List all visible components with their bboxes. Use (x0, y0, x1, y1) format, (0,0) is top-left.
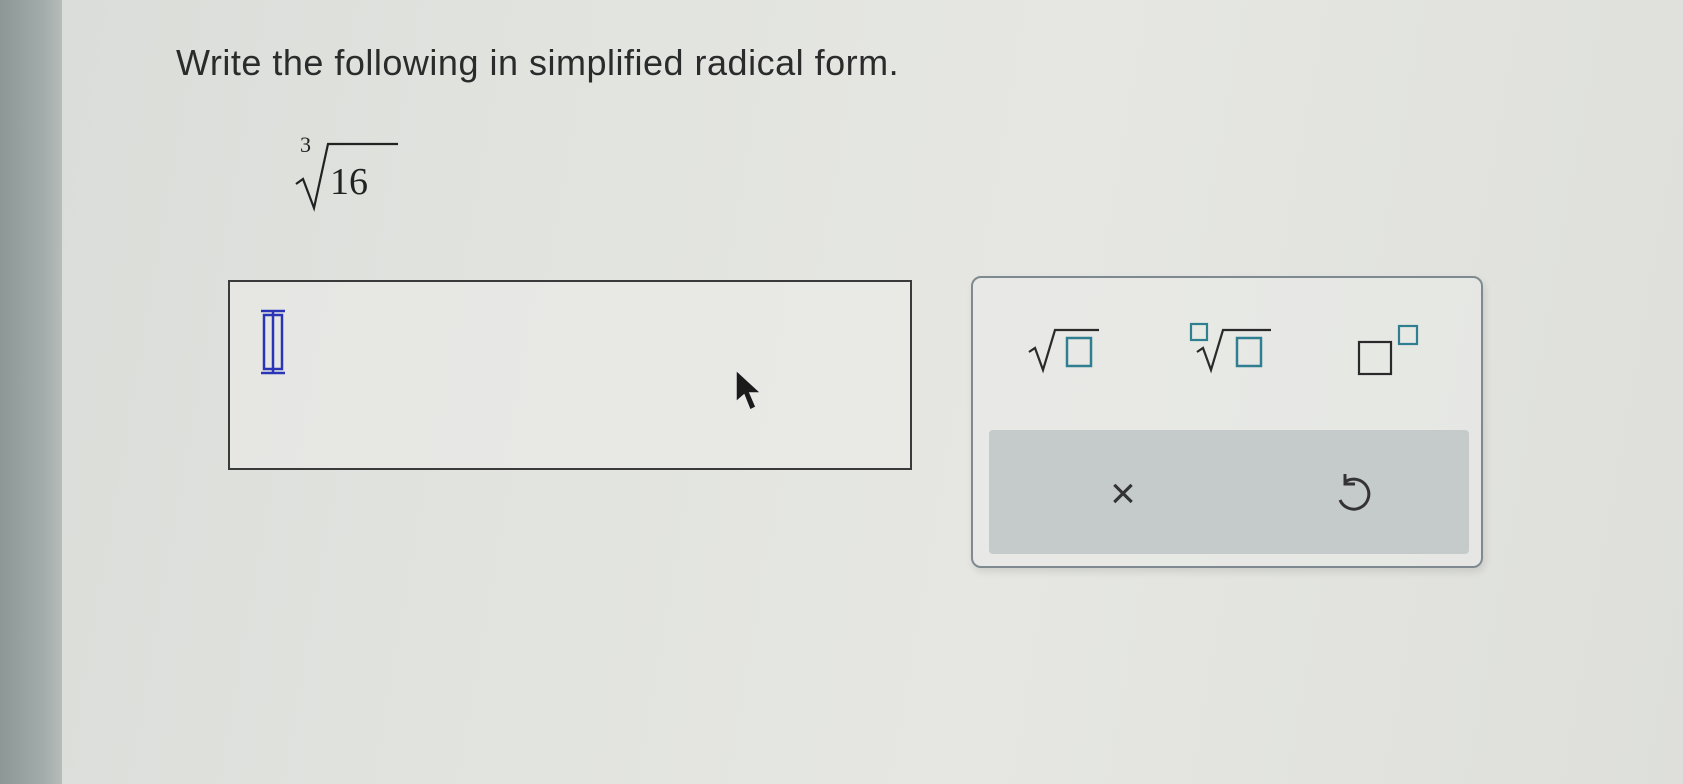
superscript-button[interactable] (1353, 322, 1443, 378)
radical-expression: 3 16 (294, 132, 414, 212)
math-palette: × (971, 276, 1483, 568)
answer-input[interactable] (228, 280, 912, 470)
nth-root-button[interactable] (1187, 322, 1277, 378)
clear-button[interactable]: × (1093, 468, 1153, 520)
mouse-pointer-icon (734, 368, 764, 419)
screen-bezel (0, 0, 62, 784)
radicand: 16 (330, 161, 368, 203)
palette-actions-bar: × (989, 430, 1469, 554)
superscript-icon (1357, 324, 1419, 376)
undo-button[interactable] (1329, 470, 1379, 520)
square-root-icon (1028, 328, 1099, 374)
square-root-button[interactable] (1027, 322, 1117, 378)
input-placeholder-caret (258, 308, 288, 381)
nth-root-icon (1189, 322, 1271, 374)
question-prompt: Write the following in simplified radica… (176, 42, 900, 83)
undo-icon (1338, 474, 1371, 511)
